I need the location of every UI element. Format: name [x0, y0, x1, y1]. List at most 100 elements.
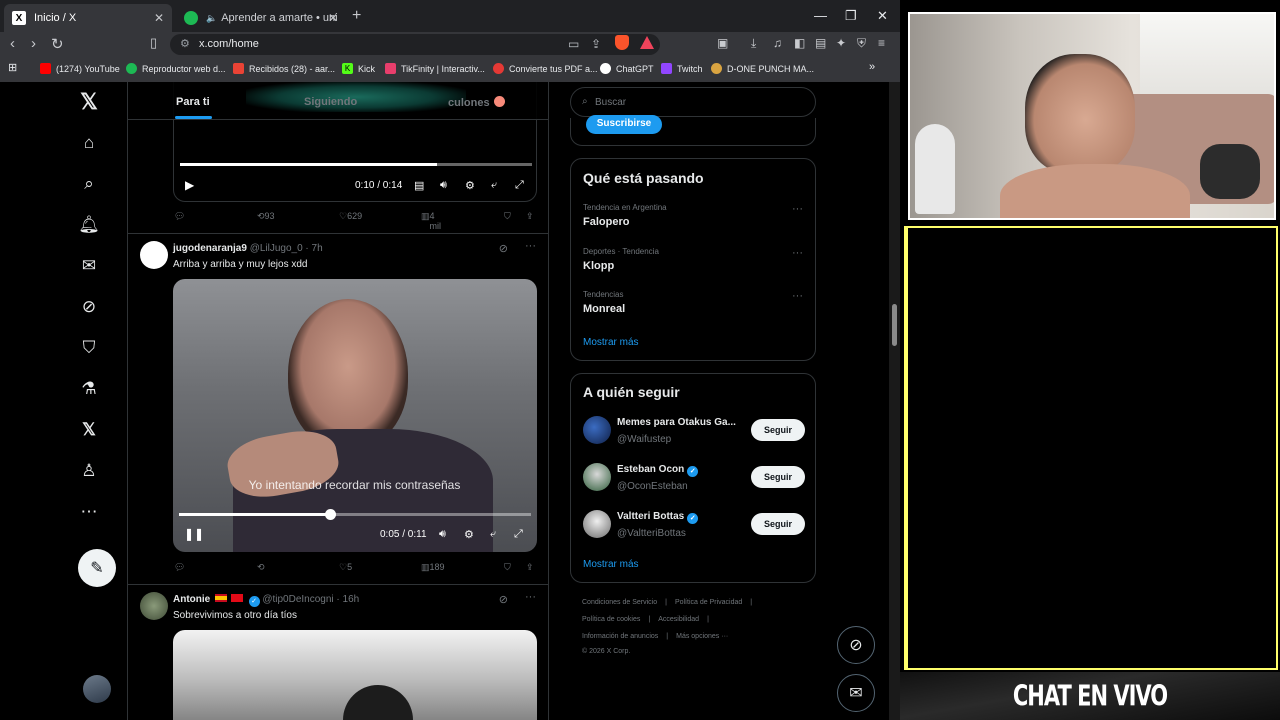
search-box[interactable]: ⌕ Buscar [570, 87, 816, 117]
screenshot-icon[interactable]: ▣ [717, 36, 728, 50]
media-icon[interactable]: ♫ [773, 36, 782, 50]
bookmark-chatgpt[interactable]: ChatGPT [600, 63, 654, 74]
post-image[interactable] [173, 630, 537, 720]
vpn-icon[interactable]: ⛨ [857, 36, 866, 51]
tab-spotify[interactable]: 🔈 Aprender a amarte • uni ✕ [176, 4, 346, 32]
reply-icon[interactable]: 💬︎ [174, 562, 185, 573]
more-options-link[interactable]: Más opciones ··· [676, 633, 728, 640]
post-more-icon[interactable]: ··· [525, 591, 536, 603]
author-handle[interactable]: @LilJugo_0 · 7h [250, 243, 323, 254]
new-tab-button[interactable]: + [352, 7, 361, 25]
views-button[interactable]: ▥ 4 mil [421, 211, 441, 231]
scrollbar-thumb[interactable] [892, 304, 897, 346]
leo-icon[interactable]: ✦ [836, 36, 846, 50]
video-progress-bar[interactable] [180, 163, 532, 166]
restore-icon[interactable]: ❐ [845, 8, 857, 24]
bookmark-gmail[interactable]: Recibidos (28) - aar... [233, 63, 335, 74]
fullscreen-icon[interactable]: ⤢ [514, 528, 523, 541]
reply-icon[interactable]: 💬︎ [174, 211, 185, 222]
subscribe-button[interactable]: Suscribirse [586, 115, 662, 134]
bookmark-pdf[interactable]: Convierte tus PDF a... [493, 63, 598, 74]
grok-icon[interactable]: ⊘ [78, 296, 100, 318]
grok-analyze-icon[interactable]: ⊘ [499, 593, 508, 606]
trend-more-icon[interactable]: ··· [792, 247, 803, 259]
download-icon[interactable]: ⤓ [751, 36, 756, 51]
ads-info-link[interactable]: Información de anuncios [582, 633, 658, 640]
repost-button[interactable]: ⟲ [257, 562, 265, 573]
video-progress-bar[interactable] [179, 513, 531, 516]
profile-icon[interactable]: ♙ [78, 460, 100, 482]
author-name[interactable]: jugodenaranja9 [173, 243, 247, 254]
terms-link[interactable]: Condiciones de Servicio [582, 599, 657, 606]
author-name[interactable]: Antonie [173, 594, 210, 605]
share-icon[interactable]: ⇪ [526, 562, 534, 573]
address-bar[interactable]: ⚙ x.com/home ▭ ⇪ [170, 34, 660, 55]
grok-analyze-icon[interactable]: ⊘ [499, 242, 508, 255]
sidebar-icon[interactable]: ◧ [794, 36, 805, 50]
show-more-follow-link[interactable]: Mostrar más [583, 559, 639, 570]
bookmark-twitch[interactable]: Twitch [661, 63, 703, 74]
like-button[interactable]: ♡ 5 [339, 562, 352, 573]
share-icon[interactable]: ⇪ [526, 211, 534, 222]
close-tab-icon[interactable]: ✕ [154, 11, 164, 25]
tab-para-ti[interactable]: Para ti [176, 96, 210, 108]
bookmarks-icon[interactable]: ⛉ [78, 337, 100, 359]
close-window-icon[interactable]: ✕ [877, 8, 888, 24]
settings-icon[interactable]: ⚙ [464, 528, 474, 541]
notifications-icon[interactable]: 🔔︎ [78, 214, 100, 236]
follow-button[interactable]: Seguir [751, 513, 805, 535]
tab-siguiendo[interactable]: Siguiendo [304, 96, 357, 108]
pip-icon[interactable]: ⤶ [490, 528, 496, 541]
volume-icon[interactable]: 🔊︎ [440, 179, 447, 192]
messages-float-button[interactable]: ✉ [837, 674, 875, 712]
follow-button[interactable]: Seguir [751, 466, 805, 488]
bookmark-icon[interactable]: ▯ [150, 35, 157, 51]
grok-float-button[interactable]: ⊘ [837, 626, 875, 664]
compose-post-button[interactable]: ✎ [78, 549, 116, 587]
cookies-link[interactable]: Política de cookies [582, 616, 640, 623]
follow-avatar[interactable] [583, 510, 611, 538]
tab-x-home[interactable]: X Inicio / X ✕ [4, 4, 172, 32]
volume-icon[interactable]: 🔊︎ [439, 528, 446, 541]
trend-name[interactable]: Klopp [583, 260, 614, 272]
share-icon[interactable]: ⇪ [591, 37, 601, 51]
trend-name[interactable]: Monreal [583, 303, 625, 315]
back-icon[interactable]: ‹ [10, 35, 15, 52]
brave-rewards-icon[interactable] [640, 36, 654, 49]
premium-icon[interactable]: 𝕏 [78, 419, 100, 441]
bookmark-spotify[interactable]: Reproductor web d... [126, 63, 226, 74]
author-handle[interactable]: @tip0DeIncogni · 16h [262, 594, 359, 605]
settings-icon[interactable]: ⚙ [465, 179, 475, 192]
x-logo-icon[interactable]: 𝕏 [78, 89, 100, 114]
menu-icon[interactable]: ≡ [878, 36, 885, 50]
brave-shield-icon[interactable] [615, 35, 629, 50]
trend-more-icon[interactable]: ··· [792, 203, 803, 215]
post-more-icon[interactable]: ··· [525, 240, 536, 252]
minimize-icon[interactable]: — [814, 8, 827, 23]
bookmark-youtube[interactable]: (1274) YouTube [40, 63, 120, 74]
more-options-icon[interactable]: ⋯ [78, 501, 100, 523]
privacy-link[interactable]: Política de Privacidad [675, 599, 742, 606]
follow-name[interactable]: Memes para Otakus Ga... [617, 417, 736, 428]
bookmark-tikfinity[interactable]: TikFinity | Interactiv... [385, 63, 485, 74]
author-avatar[interactable] [140, 592, 168, 620]
messages-icon[interactable]: ✉ [78, 255, 100, 277]
site-info-icon[interactable]: ⚙ [180, 37, 190, 50]
follow-name[interactable]: Esteban Ocon ✓ [617, 464, 699, 477]
tab-culones[interactable]: culones [448, 96, 505, 109]
captions-icon[interactable]: ▤ [414, 179, 424, 192]
more-bookmarks-icon[interactable]: » [869, 61, 875, 73]
scrollbar-track[interactable] [889, 82, 900, 720]
follow-button[interactable]: Seguir [751, 419, 805, 441]
close-tab-icon[interactable]: ✕ [328, 11, 338, 25]
fullscreen-icon[interactable]: ⤢ [515, 179, 524, 192]
account-avatar[interactable] [83, 675, 111, 703]
author-avatar[interactable] [140, 241, 168, 269]
forward-icon[interactable]: › [31, 35, 36, 52]
video-player[interactable]: Yo intentando recordar mis contraseñas ❚… [173, 279, 537, 552]
apps-icon[interactable]: ⊞ [8, 61, 17, 74]
pause-icon[interactable]: ❚❚ [184, 527, 204, 541]
follow-avatar[interactable] [583, 463, 611, 491]
follow-name[interactable]: Valtteri Bottas ✓ [617, 511, 699, 524]
repost-button[interactable]: ⟲ 93 [257, 211, 275, 222]
